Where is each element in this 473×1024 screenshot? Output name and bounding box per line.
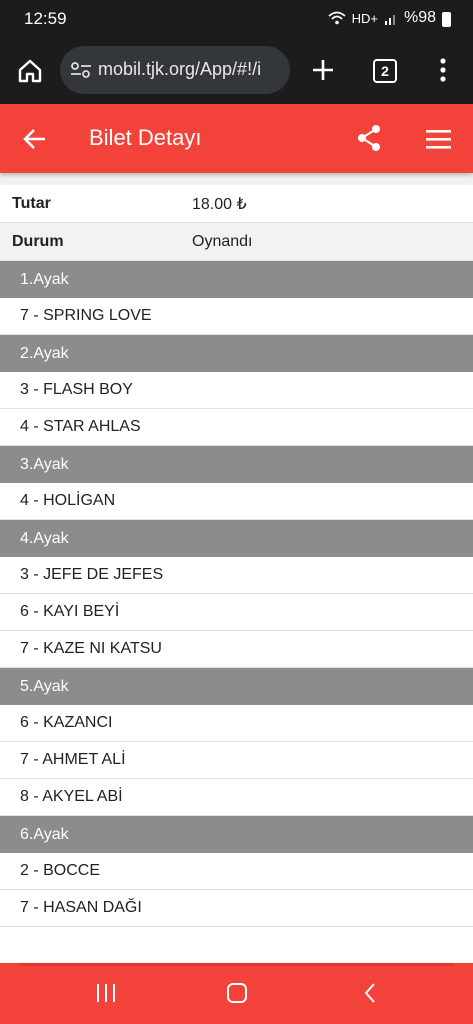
status-time: 12:59 (24, 9, 67, 28)
back-nav-icon[interactable] (362, 982, 378, 1004)
horse-item: 6 - KAYI BEYİ (0, 594, 473, 631)
home-nav-icon[interactable] (227, 983, 247, 1003)
horse-item: 7 - AHMET ALİ (0, 742, 473, 779)
wifi-icon (328, 11, 346, 25)
row-key: Tutar (12, 194, 51, 212)
tab-switcher-icon[interactable]: 2 (373, 59, 397, 83)
horse-item: 4 - STAR AHLAS (0, 409, 473, 446)
share-icon[interactable] (356, 124, 382, 152)
new-tab-icon[interactable] (310, 57, 336, 83)
horse-item: 7 - HASAN DAĞI (0, 890, 473, 927)
leg-header: 5.Ayak (0, 668, 473, 705)
ticket-row-status: Durum Oynandı (0, 223, 473, 261)
recent-apps-icon[interactable] (95, 984, 117, 1002)
horse-item: 7 - KAZE NI KATSU (0, 631, 473, 668)
back-arrow-icon[interactable] (22, 126, 48, 152)
address-bar[interactable]: mobil.tjk.org/App/#!/i (60, 46, 290, 94)
hamburger-menu-icon[interactable] (426, 128, 451, 150)
system-nav-bar (0, 963, 473, 1024)
battery-icon (442, 11, 451, 27)
more-options-icon[interactable] (436, 56, 450, 84)
leg-header: 4.Ayak (0, 520, 473, 557)
ticket-detail-content[interactable]: Tutar 18.00 ₺ Durum Oynandı 1.Ayak 7 - S… (0, 173, 473, 963)
horse-item: 3 - JEFE DE JEFES (0, 557, 473, 594)
browser-toolbar: mobil.tjk.org/App/#!/i 2 (0, 38, 473, 104)
bottom-sheet-edge (20, 963, 453, 966)
leg-header: 3.Ayak (0, 446, 473, 483)
page-title: Bilet Detayı (89, 125, 202, 150)
network-type-label: HD+ (351, 10, 378, 26)
status-bar: 12:59 HD+ %98 (0, 0, 473, 38)
row-key: Durum (12, 232, 64, 250)
url-text[interactable]: mobil.tjk.org/App/#!/i (98, 59, 261, 80)
app-bar: Bilet Detayı (0, 104, 473, 173)
horse-item: 2 - BOCCE (0, 853, 473, 890)
horse-item: 3 - FLASH BOY (0, 372, 473, 409)
leg-header: 2.Ayak (0, 335, 473, 372)
signal-icon (384, 15, 395, 25)
horse-item: 7 - SPRING LOVE (0, 298, 473, 335)
row-value: Oynandı (192, 232, 253, 250)
home-icon[interactable] (16, 57, 44, 85)
horse-item: 8 - AKYEL ABİ (0, 779, 473, 816)
site-settings-icon[interactable] (70, 61, 92, 79)
horse-item: 4 - HOLİGAN (0, 483, 473, 520)
leg-header: 6.Ayak (0, 816, 473, 853)
ticket-row-amount: Tutar 18.00 ₺ (0, 185, 473, 223)
leg-header: 1.Ayak (0, 261, 473, 298)
status-indicators: HD+ %98 (328, 9, 451, 27)
row-value: 18.00 ₺ (192, 195, 247, 213)
battery-level: %98 (403, 9, 436, 26)
clipped-row (0, 173, 473, 185)
horse-item: 6 - KAZANCI (0, 705, 473, 742)
